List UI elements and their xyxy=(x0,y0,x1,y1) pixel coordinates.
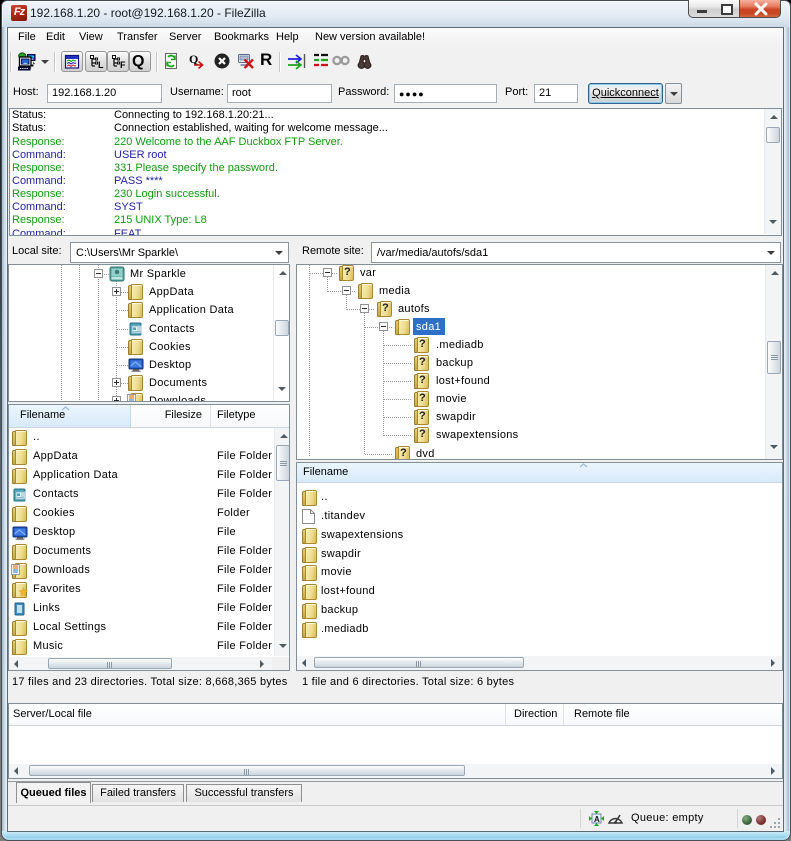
svg-text:L: L xyxy=(98,60,104,70)
svg-text:F: F xyxy=(120,60,126,70)
svg-text:A: A xyxy=(594,815,600,824)
svg-text:Q: Q xyxy=(189,52,198,66)
